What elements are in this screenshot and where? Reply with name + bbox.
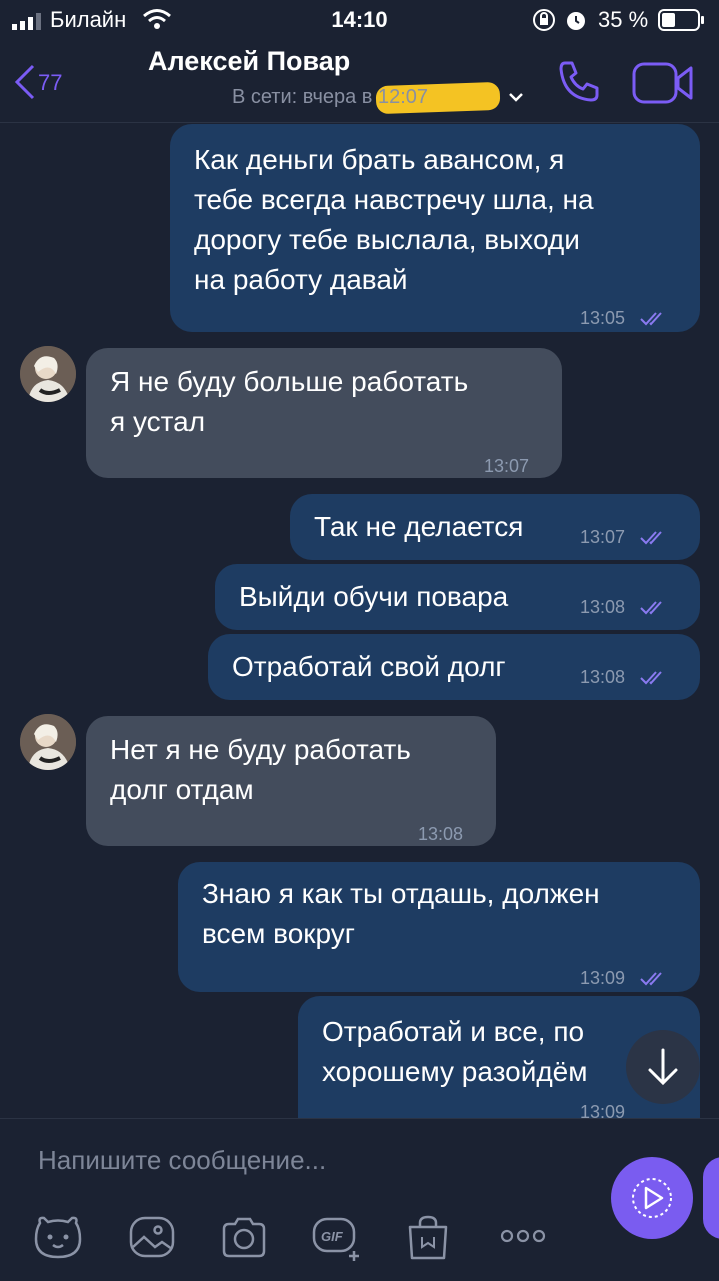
gif-icon[interactable]: GIF [312,1215,364,1261]
message-time: 13:09 [580,968,626,988]
gallery-icon[interactable] [128,1215,176,1259]
message-meta: 13:05 [580,298,668,338]
avatar[interactable] [20,346,76,402]
message-time: 13:09 [580,1102,626,1118]
message-time: 13:07 [484,456,530,476]
message-text: Так не делается [314,511,524,542]
message-text: Как деньги брать авансом, я тебе всегда … [194,144,594,295]
status-bar: Билайн 14:10 35 % [0,0,719,40]
message-time: 13:08 [580,597,626,617]
send-button[interactable] [611,1157,693,1239]
message-bubble-outgoing[interactable]: Знаю я как ты отдашь, должен всем вокруг… [178,862,700,992]
message-bubble-outgoing[interactable]: Как деньги брать авансом, я тебе всегда … [170,124,700,332]
message-bubble-incoming[interactable]: Я не буду больше работать я устал 13:07 [86,348,562,478]
battery-icon [658,9,704,31]
camera-icon[interactable] [220,1215,268,1259]
double-check-icon [640,531,662,545]
avatar-photo [20,714,76,770]
scroll-to-bottom-button[interactable] [626,1030,700,1104]
message-text: Отработай свой долг [232,651,506,682]
more-icon[interactable] [500,1228,546,1244]
rotation-lock-icon [533,9,555,31]
arrow-down-icon [648,1048,678,1086]
message-text: Нет я не буду работать долг отдам [110,734,411,805]
message-input[interactable]: Напишите сообщение... [38,1145,326,1176]
video-call-icon[interactable] [632,62,694,104]
shopping-bag-icon[interactable] [406,1215,450,1261]
side-action-button[interactable] [703,1157,719,1239]
message-text: Знаю я как ты отдашь, должен всем вокруг [202,878,600,949]
message-meta: 13:09 [580,958,668,998]
message-text: Я не буду больше работать я устал [110,366,469,437]
message-time: 13:07 [580,527,626,547]
chat-header: 77 Алексей Повар В сети: вчера в 12:07 [0,40,719,123]
alarm-icon [567,12,585,30]
double-check-icon [640,972,662,986]
message-meta: 13:08 [580,657,668,697]
message-meta: 13:09 [580,1092,625,1118]
avatar[interactable] [20,714,76,770]
message-time: 13:08 [580,667,626,687]
message-meta: 13:08 [580,587,668,627]
message-time: 13:05 [580,308,626,328]
double-check-icon [640,312,662,326]
battery-percent: 35 % [598,7,649,32]
message-bubble-incoming[interactable]: Нет я не буду работать долг отдам 13:08 [86,716,496,846]
message-bubble-outgoing[interactable]: Так не делается 13:07 [290,494,700,560]
message-time: 13:08 [418,824,464,844]
double-check-icon [640,601,662,615]
message-text: Отработай и все, по хорошему разойдём [322,1016,588,1087]
message-bubble-outgoing[interactable]: Отработай свой долг 13:08 [208,634,700,700]
sticker-icon[interactable] [34,1215,82,1259]
play-icon [632,1178,672,1218]
svg-text:GIF: GIF [321,1229,344,1244]
avatar-photo [20,346,76,402]
phone-icon[interactable] [556,58,602,104]
message-text: Выйди обучи повара [239,581,509,612]
double-check-icon [640,671,662,685]
message-bubble-outgoing[interactable]: Выйди обучи повара 13:08 [215,564,700,630]
message-meta: 13:07 [580,517,668,557]
contact-name[interactable]: Алексей Повар [148,46,350,77]
